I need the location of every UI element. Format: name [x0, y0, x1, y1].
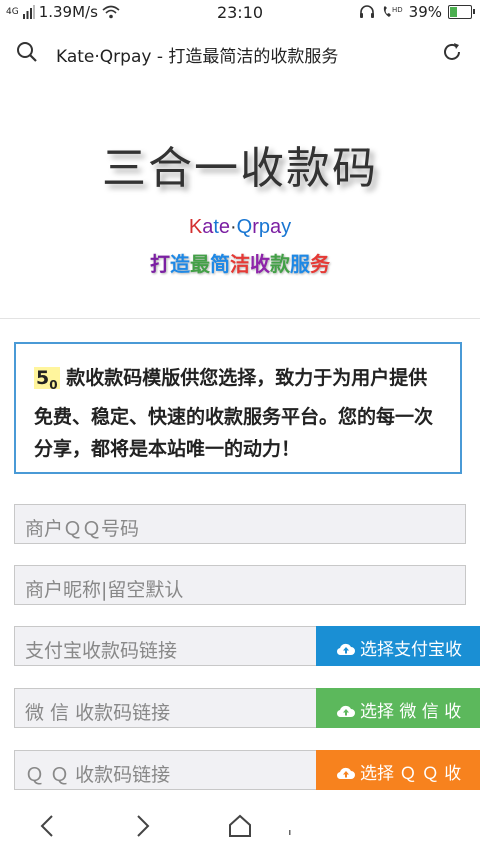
select-alipay-button[interactable]: 选择支付宝收 [316, 626, 480, 666]
headset-icon [359, 5, 374, 18]
brand-char: · [230, 216, 237, 238]
brand-name: Kate·Qrpay [0, 216, 480, 239]
forward-icon[interactable] [132, 814, 152, 838]
brand-char: p [258, 216, 271, 238]
hd-call-icon: HD [383, 6, 403, 17]
intro-box: 50 款收款码模版供您选择，致力于为用户提供免费、稳定、快速的收款服务平台。您的… [14, 342, 462, 474]
brand-char: Q [236, 216, 253, 238]
reload-icon[interactable] [440, 40, 464, 64]
home-icon[interactable] [228, 814, 252, 838]
slogan-char: 务 [310, 252, 330, 276]
slogan-char: 简 [210, 252, 230, 276]
bottom-nav [0, 800, 480, 853]
slogan-char: 最 [190, 252, 210, 276]
brand-char: r [252, 216, 259, 238]
wechat-link-input[interactable]: 微 信 收款码链接 [14, 688, 318, 728]
hero-title: 三合一收款码 [102, 143, 378, 194]
slogan-char: 收 [250, 252, 270, 276]
status-right: HD 39% [359, 3, 475, 21]
brand-char: a [202, 216, 214, 238]
hero-section: 三合一收款码 Kate·Qrpay 打造最简洁收款服务 [0, 80, 480, 318]
battery-fill [450, 7, 458, 17]
battery-percent: 39% [408, 3, 442, 21]
select-wechat-button[interactable]: 选择 微 信 收 [316, 688, 480, 728]
brand-char: a [270, 216, 282, 238]
brand-char: K [188, 216, 203, 238]
cloud-upload-icon [336, 705, 355, 718]
battery-icon [448, 5, 475, 19]
intro-text: 款收款码模版供您选择，致力于为用户提供免费、稳定、快速的收款服务平台。您的每一次… [34, 367, 434, 460]
address-bar[interactable]: Kate·Qrpay - 打造最简洁的收款服务 [0, 28, 480, 78]
svg-text:HD: HD [392, 6, 403, 14]
template-count: 50 [34, 367, 60, 392]
back-icon[interactable] [38, 814, 58, 838]
cloud-upload-icon [336, 767, 355, 780]
merchant-qq-input[interactable]: 商户ＱＱ号码 [14, 504, 466, 544]
brand-char: y [281, 216, 292, 238]
search-icon[interactable] [16, 41, 38, 63]
qq-link-input[interactable]: Ｑ Ｑ 收款码链接 [14, 750, 318, 790]
status-bar: 4G 1.39M/s 23:10 HD 39% [0, 0, 480, 26]
slogan-char: 洁 [230, 252, 250, 276]
merchant-nickname-input[interactable]: 商户昵称|留空默认 [14, 565, 466, 605]
brand-char: e [218, 216, 230, 238]
slogan-char: 打 [150, 252, 170, 276]
section-divider [0, 318, 480, 319]
brand-slogan: 打造最简洁收款服务 [0, 248, 480, 277]
slogan-char: 服 [290, 252, 310, 276]
slogan-char: 款 [270, 252, 290, 276]
slogan-char: 造 [170, 252, 190, 276]
url-text[interactable]: Kate·Qrpay - 打造最简洁的收款服务 [56, 42, 338, 67]
cloud-upload-icon [336, 643, 355, 656]
alipay-link-input[interactable]: 支付宝收款码链接 [14, 626, 318, 666]
select-qq-button[interactable]: 选择 Ｑ Ｑ 收 [316, 750, 480, 790]
menu-indicator-icon [289, 830, 291, 835]
